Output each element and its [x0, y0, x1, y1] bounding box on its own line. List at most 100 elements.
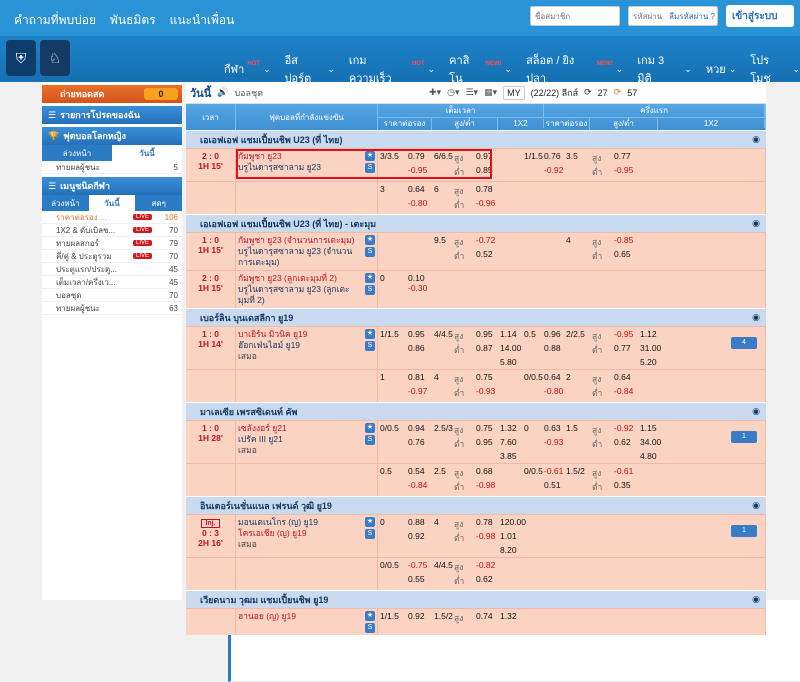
league-header[interactable]: มาเลเซีย เพรสซิเดนท์ คัพ ◉: [186, 402, 766, 420]
partner-link[interactable]: พันธมิตร: [110, 11, 156, 30]
odds-value[interactable]: -0.82: [476, 560, 500, 570]
refresh-icon[interactable]: ◉: [752, 218, 760, 229]
odds-value[interactable]: 14.00: [500, 343, 524, 353]
odds-value[interactable]: -0.80: [408, 198, 434, 208]
forgot-password-link[interactable]: ลืมรหัสผ่าน ?: [669, 10, 715, 23]
league-count[interactable]: (22/22) ลีกส์: [531, 86, 578, 100]
odds-value[interactable]: -0.97: [408, 386, 434, 396]
odds-value[interactable]: 120.00: [500, 517, 526, 527]
league-header[interactable]: เบอร์ลิน บุนเดสลีกา ยู19 ◉: [186, 308, 766, 326]
odds-value[interactable]: 0/0.5: [524, 466, 544, 476]
star-icon[interactable]: ★: [365, 517, 375, 527]
away-team[interactable]: บรูไนดารุสซาลาม ยู23 (จำนวนการเตะมุม): [238, 246, 355, 268]
stats-icon[interactable]: S: [365, 341, 375, 351]
sidebar-item[interactable]: บอลชุด 70: [42, 289, 182, 302]
odds-value[interactable]: 0: [380, 517, 408, 527]
sidebar-item[interactable]: ทายผลผู้ชนะ 63: [42, 302, 182, 315]
odds-value[interactable]: 0.64: [408, 184, 434, 194]
odds-value[interactable]: 1/1.5: [380, 329, 408, 339]
odds-value[interactable]: 0.88: [544, 343, 566, 353]
odds-value[interactable]: -0.84: [614, 386, 640, 396]
odds-value[interactable]: 0.52: [476, 249, 500, 259]
home-team[interactable]: กัมพูชา ยู23: [238, 151, 355, 162]
odds-value[interactable]: 0.76: [544, 151, 566, 161]
odds-value[interactable]: 0.85: [476, 165, 500, 175]
odds-value[interactable]: 0.86: [408, 343, 434, 353]
home-team[interactable]: กัมพูชา ยู23 (ลูกเตะมุมที่ 2): [238, 273, 355, 284]
login-button[interactable]: เข้าสู่ระบบ: [726, 5, 794, 27]
odds-value[interactable]: 0.94: [408, 423, 434, 433]
league-header[interactable]: อินเตอร์เนชั่นแนล เฟรนด์ วุฒิ ยู19 ◉: [186, 496, 766, 514]
tab-early[interactable]: ล่วงหน้า: [42, 145, 112, 161]
odds-value[interactable]: 0.62: [476, 574, 500, 584]
refresh-icon[interactable]: ⟳: [584, 87, 592, 98]
odds-value[interactable]: -0.30: [408, 283, 434, 293]
odds-value[interactable]: -0.72: [476, 235, 500, 245]
sidebar-item[interactable]: เต็มเวลา/ครึ่งเว... 45: [42, 276, 182, 289]
odds-value[interactable]: 3.85: [500, 451, 524, 461]
sports-menu-header[interactable]: ☰ เมนูชนิดกีฬา: [42, 177, 182, 195]
odds-value[interactable]: 1: [380, 372, 408, 382]
odds-value[interactable]: 2/2.5: [566, 329, 592, 339]
away-team[interactable]: เปรัค III ยู21: [238, 434, 355, 445]
refresh-icon[interactable]: ◉: [752, 312, 760, 323]
odds-value[interactable]: 34.00: [640, 437, 662, 447]
odds-value[interactable]: 1/1.5: [380, 611, 408, 621]
world-cup-header[interactable]: 🏆 ฟุตบอลโลกหญิง: [42, 127, 182, 145]
odds-value[interactable]: 1.5/2: [566, 466, 592, 476]
odds-value[interactable]: -0.84: [408, 480, 434, 490]
odds-value[interactable]: 0.64: [614, 372, 640, 382]
away-team[interactable]: ฮ๊อกเฟ่นไฮม์ ยู19: [238, 340, 355, 351]
odds-value[interactable]: 0.95: [476, 437, 500, 447]
sidebar-item[interactable]: 1X2 & ดับเบิลช... LIVE 70: [42, 224, 182, 237]
odds-value[interactable]: 1.5: [566, 423, 592, 433]
odds-value[interactable]: 0.62: [614, 437, 640, 447]
odds-value[interactable]: 0.81: [408, 372, 434, 382]
odds-value[interactable]: 5.20: [640, 357, 662, 367]
odds-value[interactable]: 1.15: [640, 423, 662, 433]
sort-icon[interactable]: ☰▾: [465, 87, 478, 98]
view-icon[interactable]: ▦▾: [484, 87, 497, 98]
odds-value[interactable]: 0: [380, 273, 408, 283]
odds-value[interactable]: -0.93: [544, 437, 566, 447]
odds-value[interactable]: -0.85: [614, 235, 640, 245]
odds-value[interactable]: 0.95: [408, 329, 434, 339]
stats-icon[interactable]: S: [365, 285, 375, 295]
odds-value[interactable]: 1.14: [500, 329, 524, 339]
home-team[interactable]: บาเยิร์น มิวนิค ยู19: [238, 329, 355, 340]
odds-value[interactable]: 4/4.5: [434, 329, 454, 339]
odds-value[interactable]: 1.01: [500, 531, 524, 541]
odds-value[interactable]: 1.5/2: [434, 611, 454, 621]
sidebar-item[interactable]: ทายผลสกอร์ LIVE 79: [42, 237, 182, 250]
odds-value[interactable]: 0.5: [380, 466, 408, 476]
odds-value[interactable]: 2.5: [434, 466, 454, 476]
live-stream-header[interactable]: ถ่ายทอดสด 0: [42, 85, 182, 103]
odds-value[interactable]: 0.63: [544, 423, 566, 433]
odds-value[interactable]: 0.35: [614, 480, 640, 490]
odds-value[interactable]: 0.77: [614, 343, 640, 353]
refresh2-icon[interactable]: ⟳: [614, 87, 622, 98]
odds-value[interactable]: -0.95: [408, 165, 434, 175]
odds-value[interactable]: 4: [434, 517, 454, 527]
odds-value[interactable]: 0.55: [408, 574, 434, 584]
sidebar-item[interactable]: คี่/คู่ & ประตูรวม LIVE 70: [42, 250, 182, 263]
stats-icon[interactable]: S: [365, 623, 375, 633]
odds-value[interactable]: -0.98: [476, 480, 500, 490]
odds-value[interactable]: 1.32: [500, 611, 524, 621]
odds-value[interactable]: 1.12: [640, 329, 662, 339]
more-markets-button[interactable]: 1: [731, 525, 757, 537]
odds-value[interactable]: 5.80: [500, 357, 524, 367]
odds-value[interactable]: 4: [566, 235, 592, 245]
league-header[interactable]: เอเอฟเอฟ แชมเปี้ยนชิพ U23 (ที่ ไทย) - เต…: [186, 214, 766, 232]
tab-live[interactable]: สดๆ: [135, 195, 182, 211]
favorites-header[interactable]: ☰ รายการโปรดของฉัน: [42, 106, 182, 124]
odds-value[interactable]: 1/1.5: [524, 151, 544, 161]
faq-link[interactable]: คำถามที่พบบ่อย: [14, 11, 96, 30]
sidebar-item[interactable]: ทายผลผู้ชนะ 5: [42, 161, 182, 174]
stats-icon[interactable]: S: [365, 435, 375, 445]
sidebar-item[interactable]: ราคาต่อรอง ... LIVE 106: [42, 211, 182, 224]
home-team[interactable]: มอนเตเนโกร (ญ) ยู19: [238, 517, 355, 528]
league-header[interactable]: เอเอฟเอฟ แชมเปี้ยนชิพ U23 (ที่ ไทย) ◉: [186, 130, 766, 148]
odds-value[interactable]: 0.65: [614, 249, 640, 259]
star-icon[interactable]: ★: [365, 423, 375, 433]
